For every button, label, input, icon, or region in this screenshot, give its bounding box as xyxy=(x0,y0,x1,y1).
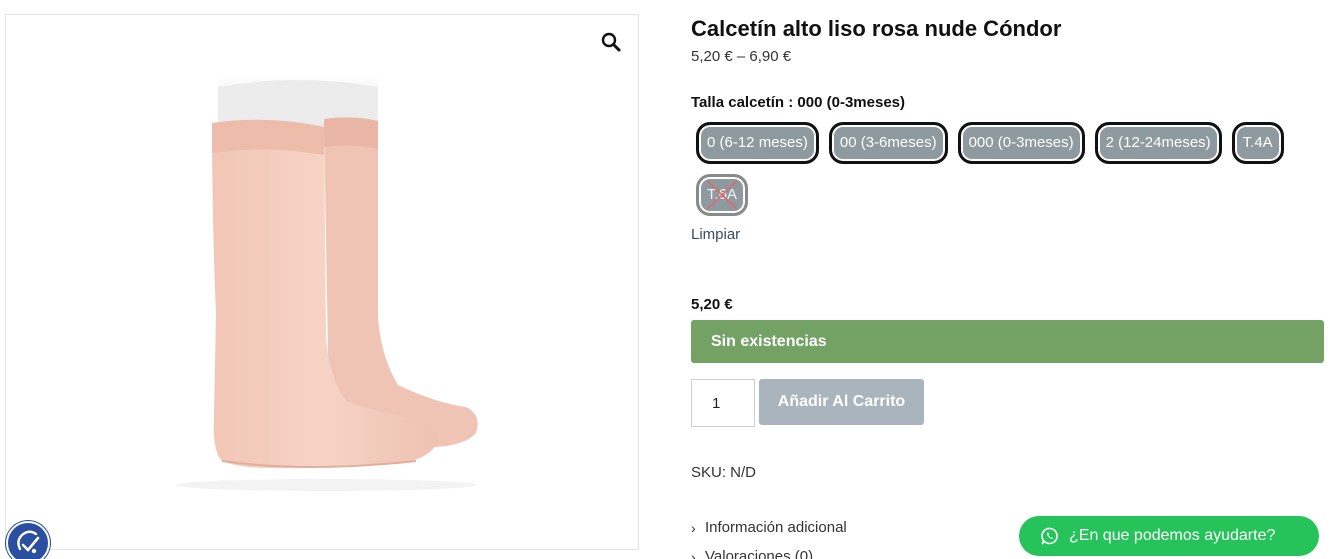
product-gallery xyxy=(5,14,639,550)
unavailable-cross-icon xyxy=(706,180,738,210)
tab-label: Información adicional xyxy=(705,519,847,536)
chat-button-label: ¿En que podemos ayudarte? xyxy=(1069,527,1276,544)
size-swatches: 0 (6-12 meses) 00 (3-6meses) 000 (0-3mes… xyxy=(696,122,1296,226)
size-swatch[interactable]: 00 (3-6meses) xyxy=(828,122,948,164)
sku-text: SKU: N/D xyxy=(691,464,757,481)
accessibility-icon xyxy=(17,530,40,554)
product-title: Calcetín alto liso rosa nude Cóndor xyxy=(691,16,1062,41)
variation-price: 5,20 € xyxy=(691,296,733,313)
tab-label: Valoraciones (0) xyxy=(705,548,814,559)
knee-high-socks-image[interactable] xyxy=(6,15,639,550)
zoom-icon[interactable] xyxy=(600,31,622,53)
price-range: 5,20 € – 6,90 € xyxy=(691,48,792,65)
size-swatch-label: 00 (3-6meses) xyxy=(839,134,937,151)
whatsapp-icon xyxy=(1041,527,1058,545)
size-swatch-label: 000 (0-3meses) xyxy=(968,134,1074,151)
add-to-cart-row: Añadir Al Carrito xyxy=(691,379,1324,427)
whatsapp-chat-button[interactable]: ¿En que podemos ayudarte? xyxy=(1019,516,1319,556)
size-swatch[interactable]: 000 (0-3meses) xyxy=(957,122,1085,164)
add-to-cart-button[interactable]: Añadir Al Carrito xyxy=(759,379,924,425)
size-swatch[interactable]: 2 (12-24meses) xyxy=(1094,122,1222,164)
size-attribute-label: Talla calcetín : 000 (0-3meses) xyxy=(691,94,905,111)
size-swatch-label: 2 (12-24meses) xyxy=(1105,134,1211,151)
chevron-right-icon: › xyxy=(691,520,696,536)
accessibility-button[interactable] xyxy=(6,521,50,559)
chevron-right-icon: › xyxy=(691,549,696,559)
size-swatch-unavailable[interactable]: T.6A xyxy=(696,174,749,216)
size-swatch[interactable]: T.4A xyxy=(1231,122,1284,164)
clear-selection-link[interactable]: Limpiar xyxy=(691,226,740,244)
size-swatch[interactable]: 0 (6-12 meses) xyxy=(696,122,819,164)
size-swatch-label: T.4A xyxy=(1242,134,1273,151)
stock-status-bar: Sin existencias xyxy=(691,320,1324,363)
product-summary: Calcetín alto liso rosa nude Cóndor 5,20… xyxy=(691,14,1324,559)
size-swatch-label: 0 (6-12 meses) xyxy=(707,134,808,151)
quantity-input[interactable] xyxy=(691,379,755,427)
